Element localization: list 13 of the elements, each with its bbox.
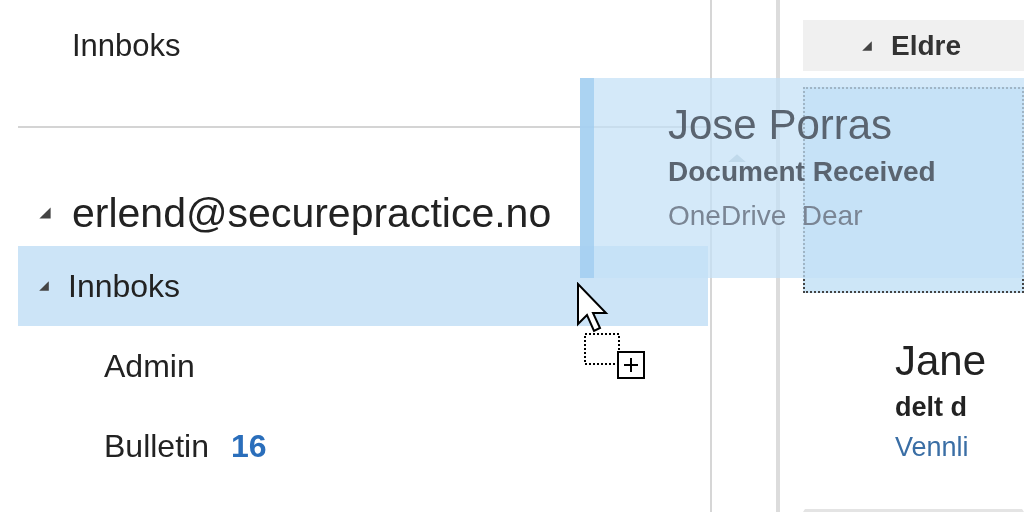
subject-text: Document Received: [668, 155, 936, 189]
pane-title: Innboks: [72, 28, 181, 65]
folder-item[interactable]: Innboks: [18, 246, 708, 326]
folder-item[interactable]: Admin: [18, 326, 708, 406]
collapse-icon[interactable]: [861, 39, 873, 52]
expand-icon[interactable]: [38, 280, 50, 292]
message-item[interactable]: Jane delt d Vennli: [803, 306, 1024, 512]
account-item[interactable]: erlend@securepractice.no: [38, 188, 552, 238]
group-header[interactable]: Eldre: [803, 20, 1024, 72]
preview-text: OneDrive Dear: [668, 199, 863, 233]
sender-text: Jose Porras: [668, 100, 893, 150]
expand-icon[interactable]: [38, 206, 52, 220]
folder-item[interactable]: Bulletin 16: [18, 406, 708, 486]
